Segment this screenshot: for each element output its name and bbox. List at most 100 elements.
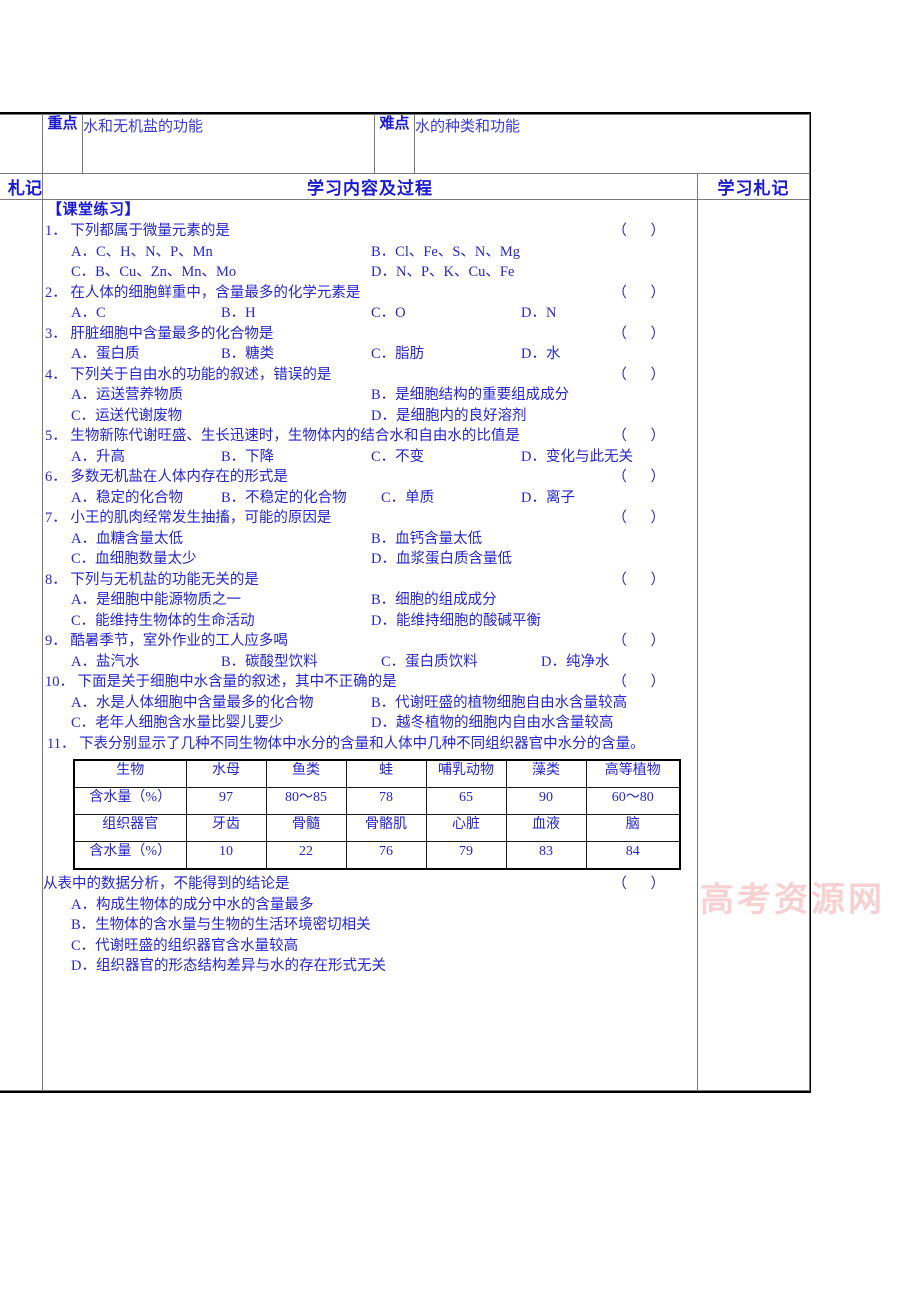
option-row: A．蛋白质 B．糖类 C．脂肪 D．水: [45, 344, 697, 365]
key-point-text: 水和无机盐的功能: [82, 114, 375, 174]
option-row: A．C B．H C．O D．N: [45, 303, 697, 324]
option-row: C．老年人细胞含水量比婴儿要少 D．越冬植物的细胞内自由水含量较高: [45, 713, 697, 734]
option[interactable]: D．组织器官的形态结构差异与水的存在形式无关: [71, 959, 386, 974]
option[interactable]: B．糖类: [221, 347, 371, 362]
option[interactable]: A．水是人体细胞中含量最多的化合物: [71, 695, 371, 711]
option[interactable]: B．血钙含量太低: [371, 531, 671, 547]
option[interactable]: C．运送代谢废物: [71, 408, 371, 424]
option[interactable]: A．是细胞中能源物质之一: [71, 593, 371, 608]
difficulty-text: 水的种类和功能: [413, 114, 811, 174]
option[interactable]: D．血浆蛋白质含量低: [371, 552, 671, 567]
option[interactable]: C．脂肪: [371, 347, 521, 362]
option[interactable]: C．老年人细胞含水量比婴儿要少: [71, 716, 371, 731]
option[interactable]: A．运送营养物质: [71, 388, 371, 403]
option[interactable]: A．蛋白质: [71, 347, 221, 362]
option[interactable]: B．H: [221, 306, 371, 321]
option[interactable]: A．血糖含量太低: [71, 531, 371, 547]
option[interactable]: B．Cl、Fe、S、N、Mg: [371, 244, 671, 260]
table-cell: 高等植物: [585, 759, 681, 788]
table-cell: 10: [185, 841, 267, 870]
option[interactable]: B．是细胞结构的重要组成成分: [371, 388, 671, 403]
option-row: A．构成生物体的成分中水的含量最多: [45, 895, 697, 916]
table-cell: 组织器官: [73, 814, 187, 842]
table-cell: 脑: [585, 814, 681, 842]
table-cell: 97: [185, 787, 267, 815]
option[interactable]: D．纯净水: [541, 654, 671, 670]
option[interactable]: C．血细胞数量太少: [71, 552, 371, 567]
table-cell: 含水量（%）: [73, 787, 187, 815]
question-list: 1． 下列都属于微量元素的是（ ） A．C、H、N、P、Mn B．Cl、Fe、S、N…: [43, 221, 697, 977]
option-row: C．运送代谢废物 D．是细胞内的良好溶剂: [45, 406, 697, 427]
answer-bracket[interactable]: （ ）: [612, 285, 675, 301]
outer-table: 重点 水和无机盐的功能 难点 水的种类和功能 札记 学习内容及过程 学习札记 【…: [0, 114, 811, 1091]
answer-bracket[interactable]: （ ）: [612, 634, 675, 649]
option[interactable]: D．离子: [521, 490, 671, 506]
table-cell: 90: [505, 787, 587, 815]
option[interactable]: D．变化与此无关: [521, 449, 671, 465]
option[interactable]: B．碳酸型饮料: [221, 654, 381, 670]
option[interactable]: C．蛋白质饮料: [381, 654, 541, 670]
answer-bracket[interactable]: （ ）: [612, 572, 675, 588]
option[interactable]: B．代谢旺盛的植物细胞自由水含量较高: [371, 695, 671, 711]
option[interactable]: C．代谢旺盛的组织器官含水量较高: [71, 938, 298, 954]
difficulty-label: 难点: [374, 114, 415, 174]
question-stem: 8． 下列与无机盐的功能无关的是（ ）: [45, 571, 675, 588]
learning-notes-title: 学习札记: [696, 173, 811, 200]
answer-bracket[interactable]: （ ）: [612, 877, 675, 892]
table-cell: 生物: [73, 759, 187, 788]
option[interactable]: D．N: [521, 306, 671, 321]
key-difficulty-row: 重点 水和无机盐的功能 难点 水的种类和功能: [0, 114, 811, 174]
left-note-cell-empty: [0, 114, 43, 174]
question-stem: 9． 酷暑季节，室外作业的工人应多喝（ ）: [45, 633, 675, 649]
table-cell: 骨骼肌: [345, 814, 427, 842]
answer-bracket[interactable]: （ ）: [612, 470, 675, 485]
option[interactable]: A．稳定的化合物: [71, 490, 221, 506]
option-row: C．血细胞数量太少 D．血浆蛋白质含量低: [45, 549, 697, 570]
option[interactable]: C．单质: [381, 490, 521, 506]
table-row: 组织器官 牙齿 骨髓 骨骼肌 心脏 血液脑: [73, 814, 681, 842]
option-row: C．代谢旺盛的组织器官含水量较高: [45, 936, 697, 957]
answer-bracket[interactable]: （ ）: [612, 429, 675, 444]
option[interactable]: B．生物体的含水量与生物的生活环境密切相关: [71, 918, 371, 933]
option[interactable]: B．细胞的组成成分: [371, 593, 671, 608]
option[interactable]: A．C: [71, 306, 221, 321]
option[interactable]: A．盐汽水: [71, 654, 221, 670]
option[interactable]: A．构成生物体的成分中水的含量最多: [71, 897, 313, 913]
option[interactable]: D．N、P、K、Cu、Fe: [371, 265, 671, 280]
left-margin-cell: [0, 199, 43, 1091]
option-row: A．水是人体细胞中含量最多的化合物 B．代谢旺盛的植物细胞自由水含量较高: [45, 693, 697, 714]
question-stem: 3． 肝脏细胞中含量最多的化合物是（ ）: [45, 325, 675, 342]
option[interactable]: D．是细胞内的良好溶剂: [371, 408, 671, 424]
section-title: 【课堂练习】: [47, 200, 141, 218]
learning-notes-area[interactable]: [696, 199, 811, 1091]
table-cell: 蛙: [345, 759, 427, 788]
option[interactable]: A．C、H、N、P、Mn: [71, 244, 371, 260]
table-cell: 牙齿: [185, 814, 267, 842]
option-row: A．C、H、N、P、Mn B．Cl、Fe、S、N、Mg: [45, 242, 697, 263]
option[interactable]: C．不变: [371, 449, 521, 465]
answer-bracket[interactable]: （ ）: [612, 675, 675, 690]
left-note-title: 札记: [0, 173, 43, 200]
content-row: 【课堂练习】 1． 下列都属于微量元素的是（ ） A．C、H、N、P、Mn B．Cl…: [0, 199, 811, 1091]
option[interactable]: A．升高: [71, 449, 221, 465]
question-stem: 11． 下表分别显示了几种不同生物体中水分的含量和人体中几种不同组织器官中水分的…: [47, 735, 645, 752]
question-stem: 10． 下面是关于细胞中水含量的叙述，其中不正确的是（ ）: [45, 674, 675, 690]
question-stem: 7． 小王的肌肉经常发生抽搐，可能的原因是（ ）: [45, 510, 675, 526]
option[interactable]: D．水: [521, 347, 671, 362]
option[interactable]: D．能维持细胞的酸碱平衡: [371, 613, 671, 629]
option[interactable]: B．下降: [221, 449, 371, 465]
option[interactable]: B．不稳定的化合物: [221, 490, 381, 506]
option[interactable]: C．B、Cu、Zn、Mn、Mo: [71, 265, 371, 280]
answer-bracket[interactable]: （ ）: [612, 326, 675, 342]
option-row: A．稳定的化合物 B．不稳定的化合物 C．单质 D．离子: [45, 488, 697, 509]
lesson-plan-outer-frame: 重点 水和无机盐的功能 难点 水的种类和功能 札记 学习内容及过程 学习札记 【…: [0, 112, 811, 1093]
water-content-table-wrapper: 生物 水母 鱼类蛙哺乳动物 藻类 高等植物 含水量（%） 97 80～85 78 65 90 60～8…: [73, 759, 697, 870]
answer-bracket[interactable]: （ ）: [612, 367, 675, 383]
option-row: B．生物体的含水量与生物的生活环境密切相关: [45, 915, 697, 936]
answer-bracket[interactable]: （ ）: [612, 511, 675, 526]
table-cell: 76: [345, 841, 427, 870]
answer-bracket[interactable]: （ ）: [612, 224, 675, 239]
option[interactable]: D．越冬植物的细胞内自由水含量较高: [371, 716, 671, 731]
option[interactable]: C．能维持生物体的生命活动: [71, 613, 371, 629]
option[interactable]: C．O: [371, 306, 521, 321]
